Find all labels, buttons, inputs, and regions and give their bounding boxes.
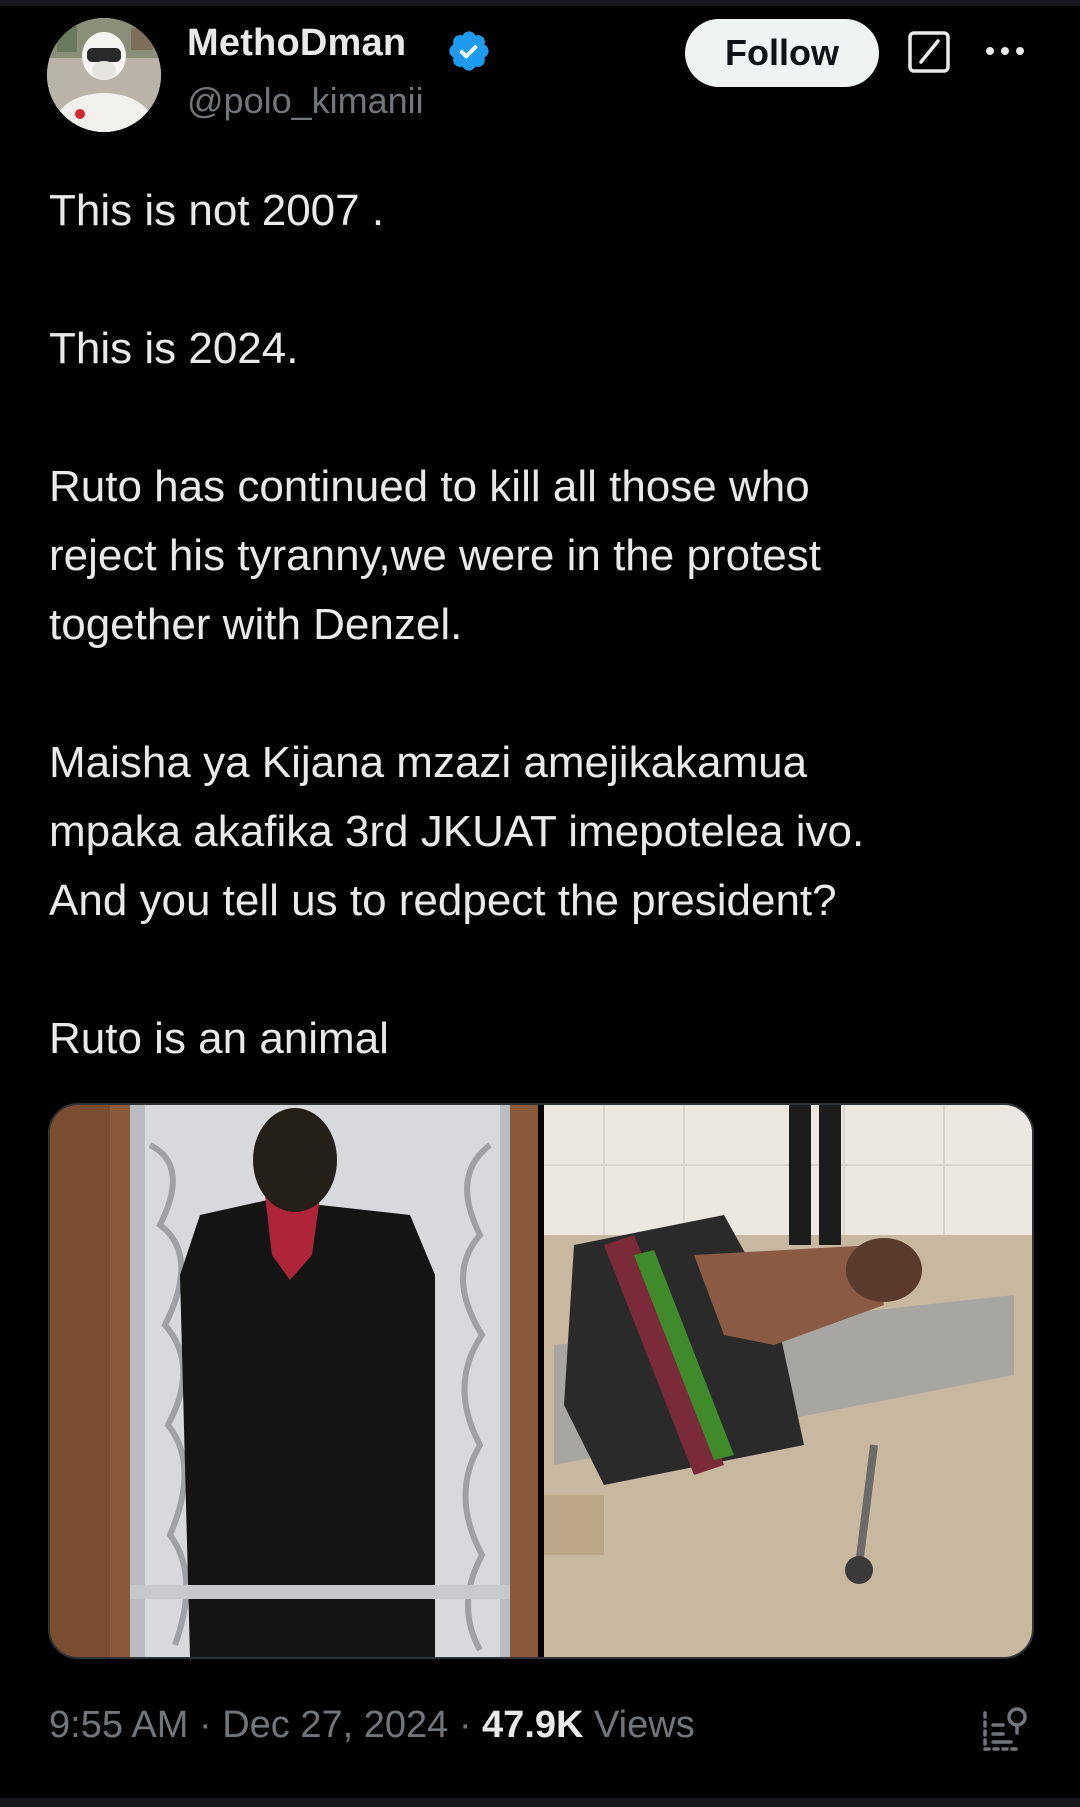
top-divider <box>0 0 1080 6</box>
bottom-divider <box>0 1798 1080 1807</box>
tweet-time[interactable]: 9:55 AM <box>49 1704 188 1746</box>
tweet-date[interactable]: Dec 27, 2024 <box>222 1704 448 1746</box>
tweet-line: Ruto is an animal <box>49 1014 389 1063</box>
tweet-line: This is 2024. <box>49 324 299 373</box>
grok-icon[interactable] <box>907 30 951 74</box>
author-handle[interactable]: @polo_kimanii <box>187 80 424 122</box>
meta-separator: · <box>458 1704 472 1746</box>
tweet-line: together with Denzel. <box>49 600 463 649</box>
meta-separator: · <box>198 1704 212 1746</box>
avatar[interactable] <box>47 18 161 132</box>
avatar-image <box>47 18 161 132</box>
photo-placeholder <box>544 1105 1032 1657</box>
views-label: Views <box>594 1704 695 1746</box>
views-count: 47.9K <box>482 1704 584 1746</box>
more-icon[interactable] <box>983 36 1027 66</box>
photo-placeholder <box>50 1105 538 1657</box>
media-photo-1[interactable] <box>50 1105 538 1657</box>
tweet-line: And you tell us to redpect the president… <box>49 876 837 925</box>
media-photo-2[interactable] <box>544 1105 1032 1657</box>
follow-button[interactable]: Follow <box>685 19 879 87</box>
tweet-line: reject his tyranny,we were in the protes… <box>49 531 821 580</box>
author-name[interactable]: MethoDman <box>187 22 406 65</box>
tweet-text: This is not 2007 . This is 2024. Ruto ha… <box>49 176 1039 1073</box>
tweet-line: Ruto has continued to kill all those who <box>49 462 810 511</box>
verified-badge-icon <box>449 31 489 71</box>
tweet-line: mpaka akafika 3rd JKUAT imepotelea ivo. <box>49 807 865 856</box>
tweet-line: This is not 2007 . <box>49 186 385 235</box>
tweet-line: Maisha ya Kijana mzazi amejikakamua <box>49 738 808 787</box>
media-grid <box>48 1103 1034 1659</box>
post-analytics-icon[interactable] <box>979 1703 1031 1755</box>
tweet-meta: 9:55 AM · Dec 27, 2024 · 47.9K Views <box>49 1704 695 1747</box>
